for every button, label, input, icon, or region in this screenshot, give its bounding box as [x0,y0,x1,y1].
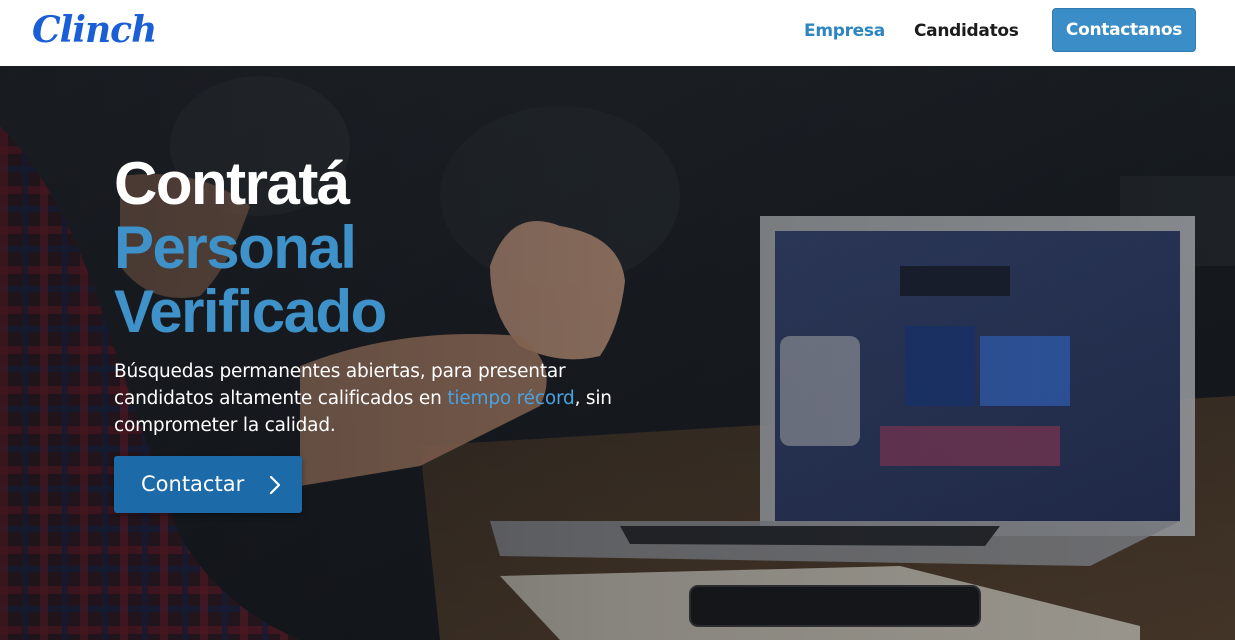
chevron-right-icon [269,475,281,495]
nav-link-empresa[interactable]: Empresa [804,20,885,42]
hero-section: Contratá Personal Verificado Búsquedas p… [0,66,1235,640]
contactar-button-label: Contactar [141,472,245,496]
headline-line-2: Personal [114,214,357,281]
contactanos-button[interactable]: Contactanos [1052,8,1196,52]
nav-link-candidatos[interactable]: Candidatos [914,20,1019,42]
site-header: Clinch Empresa Candidatos Contactanos [0,0,1235,66]
contactar-button[interactable]: Contactar [114,456,302,513]
headline-line-1: Contratá [114,150,350,217]
hero-headline: Contratá Personal Verificado [114,152,634,344]
hero-subtitle: Búsquedas permanentes abiertas, para pre… [114,358,624,439]
clinch-logo[interactable]: Clinch [32,8,157,52]
headline-line-3: Verificado [114,278,387,345]
hero-content: Contratá Personal Verificado Búsquedas p… [114,152,634,439]
subtitle-highlight: tiempo récord [447,388,575,409]
